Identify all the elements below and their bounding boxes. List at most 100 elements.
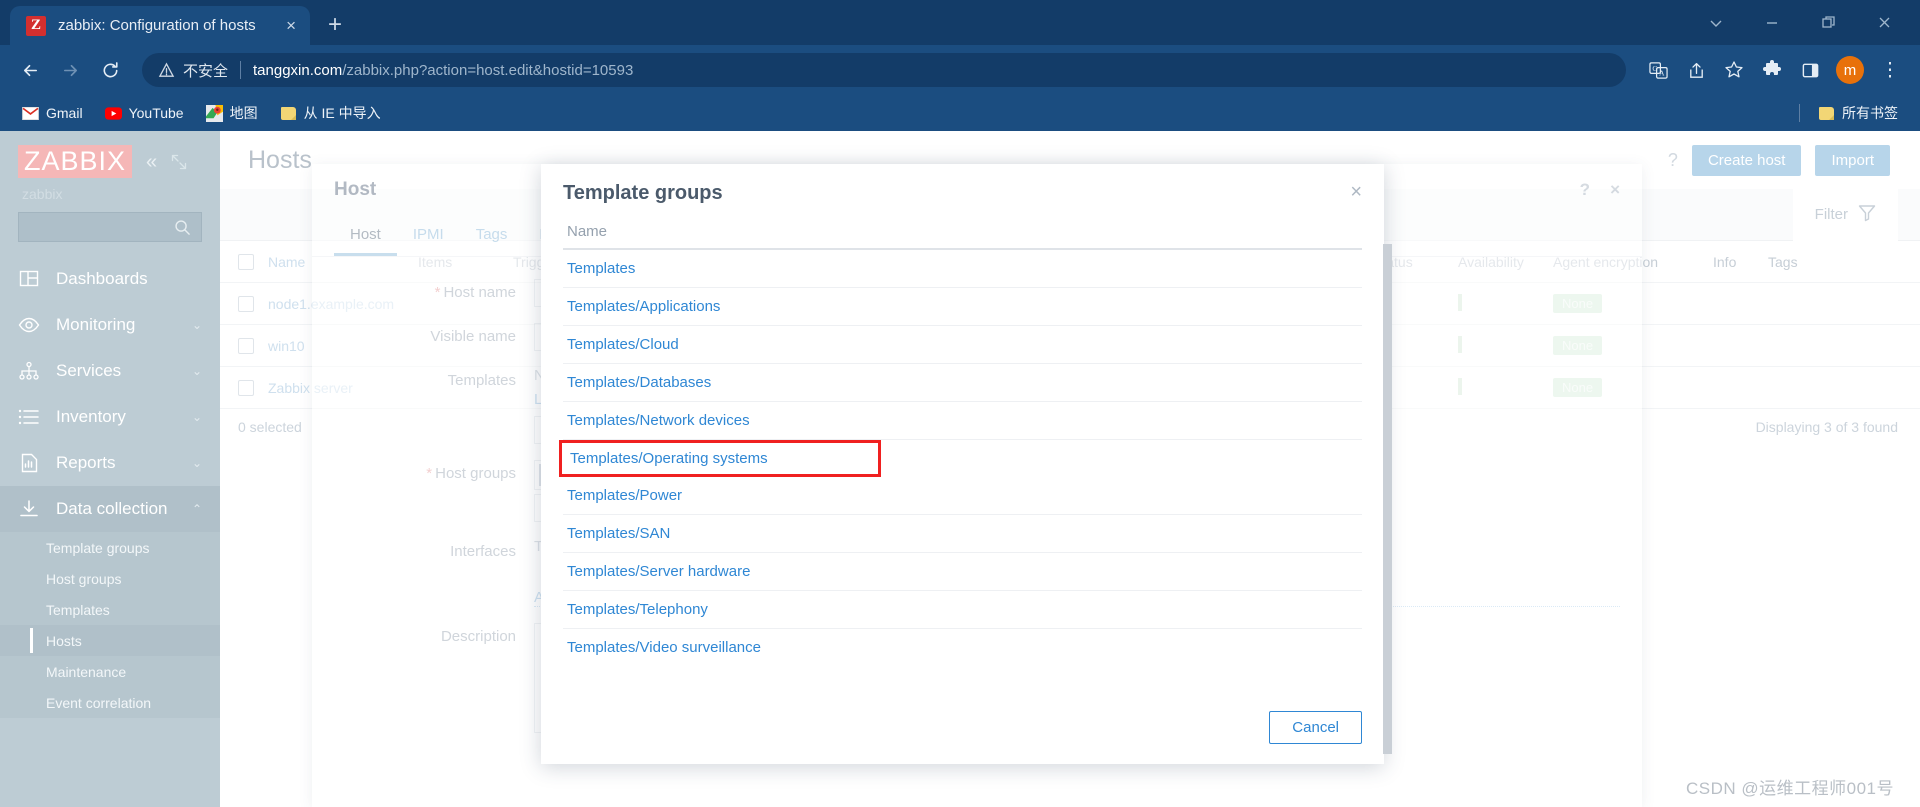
tab-search-chevron-icon[interactable] (1688, 0, 1744, 45)
sidebar-subitem-maintenance[interactable]: Maintenance (0, 656, 220, 687)
sidebar-subitem-templates[interactable]: Templates (0, 594, 220, 625)
close-window-icon[interactable] (1856, 0, 1912, 45)
sidebar-subitem-label: Hosts (46, 632, 82, 649)
import-button[interactable]: Import (1815, 144, 1890, 176)
column-header-tags: Tags (1768, 253, 1798, 270)
template-groups-header: Template groups × (541, 164, 1384, 213)
sidebar-search-input[interactable] (18, 212, 202, 242)
tab-host[interactable]: Host (334, 216, 397, 256)
collapse-sidebar-icon[interactable]: « (146, 152, 157, 172)
gmail-icon (22, 105, 39, 122)
forward-icon[interactable] (52, 52, 88, 88)
list-item[interactable]: Templates/Video surveillance (563, 629, 1362, 666)
minimize-icon[interactable] (1744, 0, 1800, 45)
browser-tab[interactable]: Z zabbix: Configuration of hosts × (10, 6, 310, 45)
zabbix-app: ZABBIX « zabbix Dashboards Monitoring ⌄ … (0, 131, 1920, 807)
column-header-info: Info (1713, 253, 1737, 270)
reload-icon[interactable] (92, 52, 128, 88)
sidebar-subitem-label: Host groups (46, 570, 122, 587)
bookmark-label: Gmail (46, 105, 83, 121)
eye-icon (18, 314, 40, 336)
cancel-button[interactable]: Cancel (1269, 711, 1362, 744)
select-all-checkbox[interactable] (238, 253, 254, 270)
sidebar-item-reports[interactable]: Reports ⌄ (0, 440, 220, 486)
bookmark-import-from-ie[interactable]: 从 IE 中导入 (272, 99, 389, 127)
modal-scrollbar[interactable] (1383, 244, 1392, 754)
host-groups-label: * Host groups (426, 465, 516, 482)
sidebar-item-label: Dashboards (56, 269, 148, 288)
list-item[interactable]: Templates/Cloud (563, 326, 1362, 364)
share-icon[interactable] (1678, 52, 1714, 88)
list-item[interactable]: Templates/Applications (563, 288, 1362, 326)
address-bar[interactable]: 不安全 tanggxin.com/zabbix.php?action=host.… (142, 53, 1626, 87)
help-icon[interactable]: ? (1580, 180, 1590, 200)
description-label: Description (440, 628, 516, 645)
bookmark-youtube[interactable]: YouTube (97, 101, 192, 126)
maximize-restore-icon[interactable] (1800, 0, 1856, 45)
list-item[interactable]: Templates/SAN (563, 515, 1362, 553)
chevron-down-icon: ⌄ (191, 364, 202, 378)
navigation-bar: 不安全 tanggxin.com/zabbix.php?action=host.… (0, 45, 1920, 95)
all-bookmarks-label: 所有书签 (1842, 105, 1898, 121)
hide-sidebar-icon[interactable] (171, 154, 187, 170)
list-item[interactable]: Templates/Databases (563, 364, 1362, 402)
zabbix-logo: ZABBIX (18, 145, 133, 178)
back-icon[interactable] (12, 52, 48, 88)
extensions-puzzle-icon[interactable] (1754, 52, 1790, 88)
all-bookmarks-button[interactable]: 所有书签 (1810, 99, 1906, 127)
sidebar-item-data-collection[interactable]: Data collection ⌃ (0, 486, 220, 532)
list-item-operating-systems[interactable]: Templates/Operating systems (559, 440, 881, 477)
side-panel-icon[interactable] (1792, 52, 1828, 88)
search-icon (175, 219, 190, 235)
bookmark-maps[interactable]: 地图 (198, 99, 266, 127)
row-checkbox[interactable] (238, 337, 254, 354)
new-tab-button[interactable]: + (328, 13, 342, 37)
list-item[interactable]: Templates/Telephony (563, 591, 1362, 629)
sidebar-item-label: Services (56, 361, 122, 380)
sidebar-subitem-hosts[interactable]: Hosts (0, 625, 220, 656)
row-checkbox[interactable] (238, 379, 254, 396)
sidebar-subitem-label: Template groups (46, 539, 150, 556)
report-chart-icon (18, 452, 40, 474)
sidebar-item-monitoring[interactable]: Monitoring ⌄ (0, 302, 220, 348)
tab-ipmi[interactable]: IPMI (397, 216, 460, 256)
sidebar-subitem-host-groups[interactable]: Host groups (0, 563, 220, 594)
filter-tab[interactable]: Filter (1792, 188, 1898, 241)
tab-close-icon[interactable]: × (286, 17, 296, 34)
list-item[interactable]: Templates/Power (563, 477, 1362, 515)
bookmark-gmail[interactable]: Gmail (14, 101, 91, 126)
sidebar-item-inventory[interactable]: Inventory ⌄ (0, 394, 220, 440)
bookmark-star-icon[interactable] (1716, 52, 1752, 88)
toolbar-icons: GA m ⋮ (1640, 52, 1908, 88)
svg-text:A: A (1658, 68, 1664, 77)
tab-tags[interactable]: Tags (460, 216, 524, 256)
chrome-menu-icon[interactable]: ⋮ (1872, 52, 1908, 88)
displaying-count: Displaying 3 of 3 found (1755, 419, 1898, 435)
list-item[interactable]: Templates/Network devices (563, 402, 1362, 440)
services-tree-icon (18, 360, 40, 382)
window-controls (1688, 0, 1912, 45)
chevron-down-icon: ⌄ (191, 318, 202, 332)
help-icon[interactable]: ? (1668, 150, 1678, 171)
sidebar-subitem-event-correlation[interactable]: Event correlation (0, 687, 220, 718)
browser-window: Z zabbix: Configuration of hosts × + 不安全… (0, 0, 1920, 807)
sidebar-subitem-template-groups[interactable]: Template groups (0, 532, 220, 563)
security-label: 不安全 (183, 62, 229, 80)
not-secure-warning-icon (158, 61, 175, 79)
zabbix-favicon: Z (26, 15, 46, 36)
close-icon[interactable]: × (1350, 182, 1362, 202)
profile-avatar[interactable]: m (1836, 56, 1864, 84)
translate-icon[interactable]: GA (1640, 52, 1676, 88)
sidebar-item-dashboards[interactable]: Dashboards (0, 256, 220, 302)
sidebar-subitem-label: Maintenance (46, 663, 127, 680)
list-item[interactable]: Templates (563, 250, 1362, 288)
close-icon[interactable]: × (1610, 180, 1620, 200)
create-host-button[interactable]: Create host (1691, 144, 1802, 176)
page-header-actions: ? Create host Import (1668, 144, 1890, 176)
list-item[interactable]: Templates/Server hardware (563, 553, 1362, 591)
row-checkbox[interactable] (238, 295, 254, 312)
bookmarks-bar: Gmail YouTube 地图 从 IE 中导入 所有书签 (0, 95, 1920, 131)
url-host: tanggxin.com (253, 61, 343, 79)
sidebar-subitem-label: Templates (46, 601, 110, 618)
sidebar-item-services[interactable]: Services ⌄ (0, 348, 220, 394)
